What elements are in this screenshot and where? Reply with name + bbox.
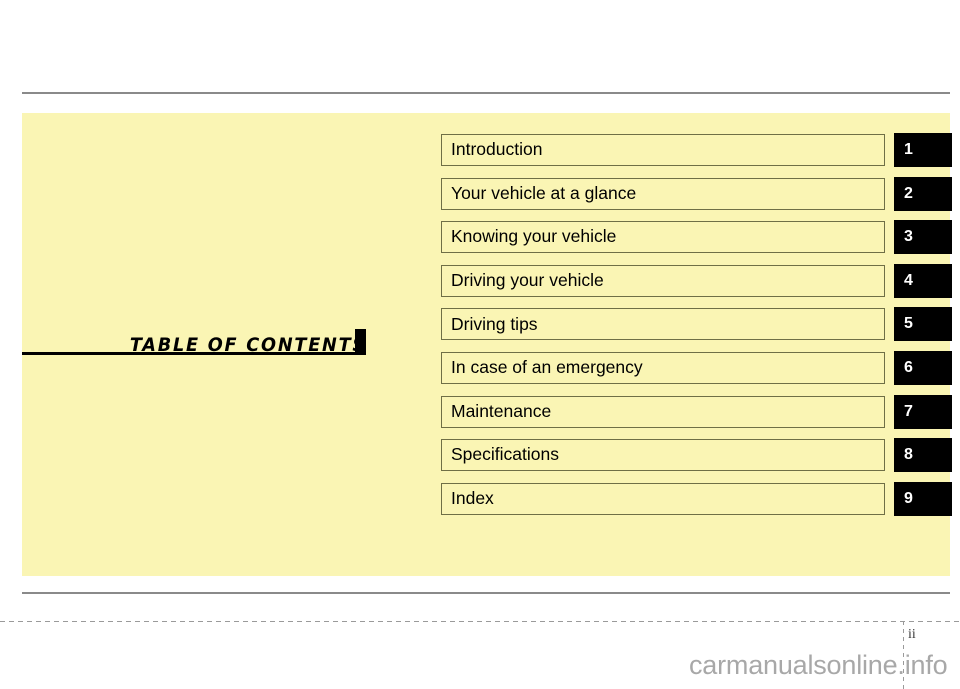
site-watermark: carmanualsonline.info bbox=[689, 650, 948, 680]
table-of-contents-row: Maintenance 7 bbox=[441, 394, 952, 430]
toc-entry-label: Maintenance bbox=[451, 400, 552, 421]
table-of-contents-list: Introduction 1 Your vehicle at a glance 2 Kn… bbox=[441, 133, 952, 526]
toc-entry-label: Specifications bbox=[451, 444, 559, 465]
toc-entry-label: Introduction bbox=[451, 139, 543, 160]
toc-entry-label: Driving tips bbox=[451, 313, 538, 334]
chapter-tab-number: 2 bbox=[904, 184, 913, 202]
chapter-tab-1[interactable]: 1 bbox=[894, 133, 952, 167]
toc-entry-label: Knowing your vehicle bbox=[451, 226, 617, 247]
table-of-contents-row: Driving tips 5 bbox=[441, 307, 952, 342]
toc-entry-3[interactable]: Knowing your vehicle bbox=[441, 221, 885, 254]
table-of-contents-row: Specifications 8 bbox=[441, 438, 952, 473]
page-number: ii bbox=[908, 627, 916, 642]
chapter-tab-number: 9 bbox=[904, 489, 913, 507]
table-of-contents-row: Knowing your vehicle 3 bbox=[441, 220, 952, 255]
chapter-tab-number: 3 bbox=[904, 228, 913, 246]
footer-dashed-divider bbox=[0, 621, 960, 622]
section-title-container: TABLE OF CONTENTS bbox=[22, 325, 367, 355]
toc-entry-1[interactable]: Introduction bbox=[441, 134, 885, 166]
toc-entry-label: Driving your vehicle bbox=[451, 270, 604, 291]
toc-entry-8[interactable]: Specifications bbox=[441, 439, 885, 472]
chapter-tab-5[interactable]: 5 bbox=[894, 307, 952, 342]
footer-rule bbox=[22, 592, 950, 594]
header-rule bbox=[22, 92, 950, 94]
chapter-tab-number: 4 bbox=[904, 271, 913, 289]
table-of-contents-row: In case of an emergency 6 bbox=[441, 350, 952, 386]
chapter-tab-7[interactable]: 7 bbox=[894, 394, 952, 429]
chapter-tab-9[interactable]: 9 bbox=[894, 481, 952, 516]
title-underline bbox=[22, 352, 366, 355]
title-square-marker-icon bbox=[355, 329, 366, 352]
toc-entry-label: In case of an emergency bbox=[451, 357, 643, 378]
toc-entry-9[interactable]: Index bbox=[441, 482, 885, 515]
toc-entry-label: Your vehicle at a glance bbox=[451, 182, 637, 203]
manual-page: TABLE OF CONTENTS Introduction 1 Your vehi… bbox=[0, 0, 960, 689]
chapter-tab-number: 7 bbox=[904, 402, 913, 420]
chapter-tab-number: 5 bbox=[904, 315, 913, 333]
toc-entry-6[interactable]: In case of an emergency bbox=[441, 351, 885, 384]
chapter-tab-3[interactable]: 3 bbox=[894, 220, 952, 255]
chapter-tab-8[interactable]: 8 bbox=[894, 438, 952, 473]
toc-entry-label: Index bbox=[451, 488, 494, 508]
chapter-tab-4[interactable]: 4 bbox=[894, 263, 952, 298]
chapter-tab-6[interactable]: 6 bbox=[894, 350, 952, 385]
toc-entry-7[interactable]: Maintenance bbox=[441, 395, 885, 428]
chapter-tab-number: 8 bbox=[904, 446, 913, 464]
table-of-contents-row: Index 9 bbox=[441, 481, 952, 517]
chapter-tab-2[interactable]: 2 bbox=[894, 176, 952, 211]
chapter-tab-number: 1 bbox=[904, 141, 913, 158]
table-of-contents-row: Driving your vehicle 4 bbox=[441, 263, 952, 299]
toc-entry-5[interactable]: Driving tips bbox=[441, 308, 885, 341]
table-of-contents-row: Introduction 1 bbox=[441, 133, 952, 168]
table-of-contents-row: Your vehicle at a glance 2 bbox=[441, 176, 952, 212]
toc-entry-4[interactable]: Driving your vehicle bbox=[441, 264, 885, 297]
chapter-tab-number: 6 bbox=[904, 358, 913, 376]
toc-entry-2[interactable]: Your vehicle at a glance bbox=[441, 177, 885, 210]
